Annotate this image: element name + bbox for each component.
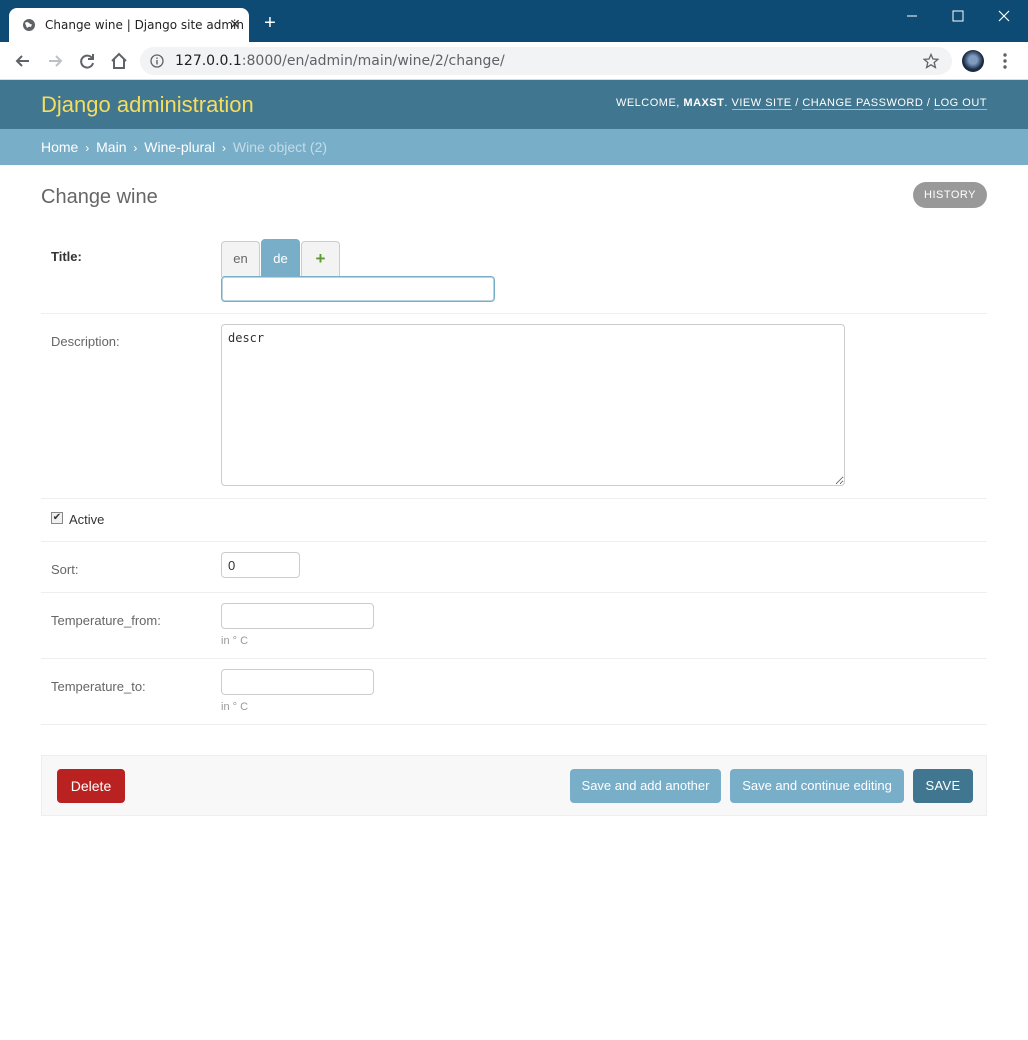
title-label: Title: bbox=[51, 249, 82, 264]
temperature-from-input[interactable] bbox=[221, 603, 374, 629]
description-label: Description: bbox=[51, 334, 120, 349]
tab-title: Change wine | Django site admin bbox=[45, 18, 244, 32]
save-and-continue-button[interactable]: Save and continue editing bbox=[730, 769, 904, 803]
save-button[interactable]: SAVE bbox=[913, 769, 973, 803]
bookmark-star-icon[interactable] bbox=[923, 53, 939, 69]
username: maxst bbox=[683, 97, 725, 109]
submit-row: Delete Save and add another Save and con… bbox=[41, 755, 987, 816]
sort-input[interactable] bbox=[221, 552, 300, 578]
row-divider bbox=[41, 541, 987, 542]
browser-toolbar: 127.0.0.1:8000/en/admin/main/wine/2/chan… bbox=[0, 42, 1028, 80]
temperature-to-label: Temperature_to: bbox=[51, 679, 146, 694]
row-divider bbox=[41, 592, 987, 593]
url-path: :8000/en/admin/main/wine/2/change/ bbox=[241, 53, 505, 69]
temperature-to-help: in ° C bbox=[221, 701, 249, 713]
log-out-link[interactable]: Log out bbox=[933, 97, 987, 110]
breadcrumb-current: Wine object (2) bbox=[232, 139, 328, 155]
maximize-icon[interactable] bbox=[943, 6, 973, 26]
lang-tab-de[interactable]: de bbox=[261, 239, 300, 277]
welcome-text: Welcome, bbox=[615, 97, 684, 109]
url-host: 127.0.0.1 bbox=[175, 53, 242, 69]
change-password-link[interactable]: Change password bbox=[802, 97, 924, 110]
home-icon[interactable] bbox=[109, 51, 129, 71]
user-tools: Welcome, maxst. View site / Change passw… bbox=[615, 97, 987, 110]
row-divider bbox=[41, 658, 987, 659]
breadcrumb-home[interactable]: Home bbox=[41, 139, 78, 155]
breadcrumb: Home › Main › Wine-plural › Wine object … bbox=[0, 129, 1028, 165]
lang-tab-en[interactable]: en bbox=[221, 241, 260, 277]
user-tools-sep: / bbox=[791, 97, 803, 109]
browser-tab[interactable]: Change wine | Django site admin ✕ bbox=[9, 8, 249, 42]
breadcrumb-sep: › bbox=[85, 141, 90, 155]
tab-close-icon[interactable]: ✕ bbox=[227, 16, 243, 32]
browser-tab-bar: Change wine | Django site admin ✕ + bbox=[0, 0, 1028, 42]
address-bar[interactable]: 127.0.0.1:8000/en/admin/main/wine/2/chan… bbox=[140, 47, 952, 75]
save-and-add-another-button[interactable]: Save and add another bbox=[570, 769, 721, 803]
minimize-icon[interactable] bbox=[897, 6, 927, 26]
row-divider bbox=[41, 724, 987, 725]
window-close-icon[interactable] bbox=[989, 6, 1019, 26]
temperature-from-help: in ° C bbox=[221, 635, 249, 647]
user-tools-sep: / bbox=[923, 97, 934, 109]
description-textarea[interactable]: descr bbox=[221, 324, 845, 486]
active-checkbox[interactable]: ✔ bbox=[51, 512, 63, 524]
page-title: Change wine bbox=[41, 186, 158, 208]
admin-header: Django administration Welcome, maxst. Vi… bbox=[0, 80, 1028, 129]
breadcrumb-sep: › bbox=[133, 141, 138, 155]
sort-label: Sort: bbox=[51, 562, 79, 577]
row-divider bbox=[41, 498, 987, 499]
breadcrumb-sep: › bbox=[221, 141, 226, 155]
reload-icon[interactable] bbox=[77, 51, 97, 71]
breadcrumb-model[interactable]: Wine-plural bbox=[144, 139, 215, 155]
site-branding[interactable]: Django administration bbox=[41, 92, 254, 118]
title-input[interactable] bbox=[221, 276, 495, 302]
view-site-link[interactable]: View site bbox=[731, 97, 792, 110]
profile-avatar[interactable] bbox=[962, 50, 984, 72]
back-arrow-icon[interactable] bbox=[13, 51, 33, 71]
delete-button[interactable]: Delete bbox=[57, 769, 125, 803]
more-menu-icon[interactable] bbox=[998, 51, 1012, 71]
forward-arrow-icon[interactable] bbox=[45, 51, 65, 71]
info-icon[interactable] bbox=[150, 54, 164, 68]
add-language-icon[interactable]: + bbox=[301, 241, 340, 277]
url-text: 127.0.0.1:8000/en/admin/main/wine/2/chan… bbox=[175, 53, 505, 69]
history-button[interactable]: History bbox=[913, 182, 987, 208]
new-tab-button[interactable]: + bbox=[261, 13, 279, 33]
breadcrumb-main[interactable]: Main bbox=[96, 139, 126, 155]
globe-icon bbox=[23, 19, 35, 31]
active-label: Active bbox=[69, 512, 105, 527]
temperature-to-input[interactable] bbox=[221, 669, 374, 695]
temperature-from-label: Temperature_from: bbox=[51, 613, 161, 628]
row-divider bbox=[41, 313, 987, 314]
